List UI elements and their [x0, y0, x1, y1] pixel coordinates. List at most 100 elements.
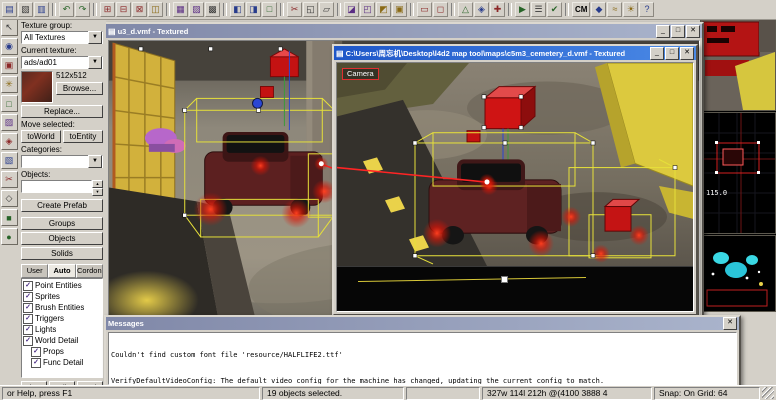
redo-icon[interactable]: ↷	[75, 2, 90, 17]
run-map-icon[interactable]: ▶	[515, 2, 530, 17]
spinner-down-icon[interactable]: ▼	[92, 188, 103, 196]
to-world-button[interactable]: toWorld	[21, 130, 61, 143]
toggle-grid-icon[interactable]: ⊞	[100, 2, 115, 17]
checkbox-checked-icon[interactable]: ✓	[23, 281, 33, 291]
vertex-tool-icon[interactable]: ◇	[1, 190, 18, 207]
browse-button[interactable]: Browse...	[56, 82, 103, 95]
visgroup-item[interactable]: ✓Lights	[23, 324, 101, 335]
cut-icon[interactable]: ✂	[287, 2, 302, 17]
prefab-cube-icon[interactable]: ■	[1, 209, 18, 226]
current-texture-select[interactable]: ads/ad01 ▼	[21, 56, 103, 69]
cm-toggle-button[interactable]: CM	[572, 2, 590, 17]
group-icon[interactable]: ▦	[173, 2, 188, 17]
open-file-icon[interactable]: ▧	[18, 2, 33, 17]
cordon-edit-icon[interactable]: ◻	[433, 2, 448, 17]
grid-smaller-icon[interactable]: ⊟	[116, 2, 131, 17]
map-window-floating[interactable]: ▤ C:\Users\周忘机\Desktop\l4d2 map tool\map…	[332, 44, 698, 316]
viewport-3d-camera[interactable]: Camera	[336, 62, 694, 312]
apply-current-texture-icon[interactable]: ✚	[490, 2, 505, 17]
objects-spinner[interactable]: ▲ ▼	[92, 180, 103, 196]
main-window-titlebar[interactable]: ▤ u3_d.vmf - Textured _ □ ✕	[106, 24, 702, 38]
grid-larger-icon[interactable]: ⊠	[132, 2, 147, 17]
minimize-button[interactable]: _	[650, 47, 664, 60]
resize-grip[interactable]	[762, 387, 774, 399]
texture-application-icon[interactable]: ◈	[474, 2, 489, 17]
clipping-tool-icon[interactable]: ✂	[1, 171, 18, 188]
categories-select[interactable]: ▼	[21, 155, 103, 168]
visgroup-list[interactable]: ✓Point Entities ✓Sprites ✓Brush Entities…	[21, 278, 103, 378]
viewport-top-right[interactable]	[700, 17, 776, 111]
maximize-button[interactable]: □	[671, 25, 685, 38]
ignore-groups-icon[interactable]: ▩	[205, 2, 220, 17]
select-inside-icon[interactable]: ▣	[392, 2, 407, 17]
help-icon[interactable]: ?	[639, 2, 654, 17]
hide-unselected-icon[interactable]: ◨	[246, 2, 261, 17]
entity-tool-icon[interactable]: ✳	[1, 76, 18, 93]
visgroup-item[interactable]: ✓Func Detail	[23, 357, 101, 368]
close-button[interactable]: ✕	[680, 47, 694, 60]
close-icon[interactable]: ✕	[723, 317, 737, 330]
checkbox-checked-icon[interactable]: ✓	[23, 292, 33, 302]
checkbox-checked-icon[interactable]: ✓	[23, 314, 33, 324]
entity-report-icon[interactable]: ☰	[531, 2, 546, 17]
make-hollow-icon[interactable]: ◰	[360, 2, 375, 17]
tab-cordon[interactable]: Cordon	[76, 264, 103, 278]
overlay-tool-icon[interactable]: ▧	[1, 152, 18, 169]
sphere-primitive-icon[interactable]: ●	[1, 228, 18, 245]
select-groups-button[interactable]: Groups	[21, 217, 103, 230]
checkbox-checked-icon[interactable]: ✓	[31, 347, 41, 357]
visgroup-item[interactable]: ✓World Detail	[23, 335, 101, 346]
floating-window-titlebar[interactable]: ▤ C:\Users\周忘机\Desktop\l4d2 map tool\map…	[334, 46, 696, 60]
visgroup-item[interactable]: ✓Props	[23, 346, 101, 357]
viewport-2d-bottom[interactable]	[337, 266, 693, 311]
checkbox-checked-icon[interactable]: ✓	[23, 303, 33, 313]
minimize-button[interactable]: _	[656, 25, 670, 38]
chevron-down-icon[interactable]: ▼	[88, 56, 102, 69]
decal-tool-icon[interactable]: ◈	[1, 133, 18, 150]
undo-icon[interactable]: ↶	[59, 2, 74, 17]
viewport-label-camera[interactable]: Camera	[342, 68, 379, 80]
visgroup-item[interactable]: ✓Triggers	[23, 313, 101, 324]
model-browser-icon[interactable]: ◆	[591, 2, 606, 17]
checkbox-checked-icon[interactable]: ✓	[31, 358, 41, 368]
select-touching-icon[interactable]: ◩	[376, 2, 391, 17]
hide-selected-icon[interactable]: ◧	[230, 2, 245, 17]
viewport-2d-front[interactable]	[700, 235, 776, 312]
displacement-mask-icon[interactable]: ≈	[607, 2, 622, 17]
camera-tool-icon[interactable]: ▣	[1, 57, 18, 74]
selection-handle[interactable]	[501, 276, 508, 283]
replace-button[interactable]: Replace...	[21, 105, 103, 118]
console-output[interactable]: Couldn't find custom font file 'resource…	[108, 332, 737, 385]
texture-application-tool-icon[interactable]: ▨	[1, 114, 18, 131]
paste-icon[interactable]: ▱	[319, 2, 334, 17]
magnify-tool-icon[interactable]: ◉	[1, 38, 18, 55]
save-icon[interactable]: ▥	[34, 2, 49, 17]
checkbox-checked-icon[interactable]: ✓	[23, 325, 33, 335]
visgroup-item[interactable]: ✓Sprites	[23, 291, 101, 302]
selection-tool-icon[interactable]: ↖	[1, 19, 18, 36]
show-all-icon[interactable]: □	[262, 2, 277, 17]
block-tool-icon[interactable]: □	[1, 95, 18, 112]
visgroup-item[interactable]: ✓Point Entities	[23, 280, 101, 291]
carve-icon[interactable]: ◪	[344, 2, 359, 17]
tab-auto[interactable]: Auto	[48, 264, 75, 278]
texture-lock-icon[interactable]: △	[458, 2, 473, 17]
check-map-icon[interactable]: ✔	[547, 2, 562, 17]
checkbox-checked-icon[interactable]: ✓	[23, 336, 33, 346]
maximize-button[interactable]: □	[665, 47, 679, 60]
close-button[interactable]: ✕	[686, 25, 700, 38]
create-prefab-button[interactable]: Create Prefab	[21, 199, 103, 212]
new-document-icon[interactable]: ▤	[2, 2, 17, 17]
light-preview-icon[interactable]: ☀	[623, 2, 638, 17]
chevron-down-icon[interactable]: ▼	[88, 155, 102, 168]
spinner-up-icon[interactable]: ▲	[92, 180, 103, 188]
objects-input[interactable]	[21, 180, 92, 193]
tab-user[interactable]: User	[21, 264, 48, 278]
select-objects-button[interactable]: Objects	[21, 232, 103, 245]
viewport-2d-side[interactable]: 115.0	[700, 112, 776, 234]
messages-window[interactable]: Messages ✕ Couldn't find custom font fil…	[104, 315, 741, 389]
chevron-down-icon[interactable]: ▼	[88, 31, 102, 44]
ungroup-icon[interactable]: ▨	[189, 2, 204, 17]
select-solids-button[interactable]: Solids	[21, 247, 103, 260]
snap-to-grid-icon[interactable]: ◫	[148, 2, 163, 17]
